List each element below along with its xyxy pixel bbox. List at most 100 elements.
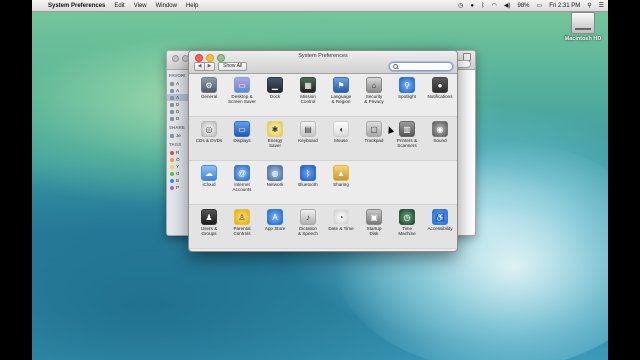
app-store-icon: A xyxy=(267,209,283,225)
pane-label-line: Displays xyxy=(233,138,251,143)
sidebar-item-tag[interactable]: Y xyxy=(167,163,189,170)
sidebar-item-favorite[interactable]: D xyxy=(167,115,189,122)
language-region-icon: ⚑ xyxy=(333,77,349,93)
pane-appstore[interactable]: A App Store xyxy=(260,209,290,231)
pane-section-2: ◎ CDs & DVDs ▭ Displays ✱ Energy Saver ▤ Keyboar… xyxy=(189,117,457,161)
pane-security[interactable]: ⌂ Security & Privacy xyxy=(359,77,389,104)
system-preferences-window[interactable]: System Preferences ◀ ▶ Show All ⚙ General… xyxy=(188,50,458,252)
pane-label: Date & Time xyxy=(326,226,356,231)
spotlight-menu-icon[interactable]: ⚲ xyxy=(587,2,591,9)
forward-button[interactable]: ▶ xyxy=(205,62,215,71)
pane-printers[interactable]: ▥ Printers & Scanners xyxy=(392,121,422,148)
sharing-icon: ▲ xyxy=(333,165,349,181)
tag-dot-icon xyxy=(170,171,174,176)
pane-cds[interactable]: ◎ CDs & DVDs xyxy=(194,121,224,143)
pane-timemachine[interactable]: ◷ Time Machine xyxy=(392,209,422,236)
tag-dot-icon xyxy=(170,185,174,190)
bluetooth-icon: ᛒ xyxy=(300,165,316,181)
pane-dock[interactable]: ▁ Dock xyxy=(260,77,290,99)
pane-language[interactable]: ⚑ Language & Region xyxy=(326,77,356,104)
pane-keyboard[interactable]: ▤ Keyboard xyxy=(293,121,323,143)
pane-label-line: Machine xyxy=(398,231,416,237)
menu-window[interactable]: Window xyxy=(156,3,177,9)
folder-icon xyxy=(170,95,174,100)
tag-dot-icon xyxy=(170,178,174,183)
battery-icon[interactable]: ▭ xyxy=(537,2,543,9)
pane-internet[interactable]: @ Internet Accounts xyxy=(227,165,257,192)
pane-label: Security & Privacy xyxy=(359,94,389,104)
finder-close-button[interactable] xyxy=(172,55,179,62)
spotlight-icon: ⚲ xyxy=(399,77,415,93)
menu-clock[interactable]: Fri 2:31 PM xyxy=(549,3,580,9)
pane-users[interactable]: ♟ Users & Groups xyxy=(194,209,224,236)
sidebar-item-tag[interactable]: P xyxy=(167,184,189,191)
battery-percentage[interactable]: 98% xyxy=(518,3,530,9)
sidebar-item-favorite[interactable]: D xyxy=(167,101,189,108)
pane-label-line: Accessibility xyxy=(427,226,453,231)
pane-label: Time Machine xyxy=(392,226,422,236)
pane-icloud[interactable]: ☁ iCloud xyxy=(194,165,224,187)
desktop: System Preferences Edit View Window Help… xyxy=(32,0,608,360)
pane-accessibility[interactable]: ♿ Accessibility xyxy=(425,209,455,231)
sidebar-item-shared[interactable]: Je xyxy=(167,132,189,139)
sidebar-item-favorite[interactable]: D xyxy=(167,108,189,115)
pane-label-line: Saver xyxy=(268,143,281,149)
pane-label-line: Groups xyxy=(201,231,217,237)
menu-view[interactable]: View xyxy=(134,3,147,9)
pane-energy[interactable]: ✱ Energy Saver xyxy=(260,121,290,148)
sidebar-item-tag[interactable]: O xyxy=(167,156,189,163)
notification-center-icon[interactable]: ☰ xyxy=(599,2,604,9)
pane-network[interactable]: ◍ Network xyxy=(260,165,290,187)
pane-sound[interactable]: ◉ Sound xyxy=(425,121,455,143)
notification-status-icon[interactable]: ● xyxy=(470,3,474,9)
pane-label: iCloud xyxy=(194,182,224,187)
back-button[interactable]: ◀ xyxy=(194,62,205,71)
pane-startup[interactable]: ▣ Startup Disk xyxy=(359,209,389,236)
show-all-button[interactable]: Show All xyxy=(218,62,248,71)
menu-app-name[interactable]: System Preferences xyxy=(48,3,105,9)
pane-bluetooth[interactable]: ᛒ Bluetooth xyxy=(293,165,323,187)
macintosh-hd-desktop-icon[interactable]: Macintosh HD xyxy=(563,12,603,42)
pane-label-line: Keyboard xyxy=(298,138,318,143)
pane-spotlight[interactable]: ⚲ Spotlight xyxy=(392,77,422,99)
navigation-buttons: ◀ ▶ xyxy=(194,62,215,71)
search-field[interactable] xyxy=(389,62,453,71)
pane-label-line: Control xyxy=(300,99,316,105)
pane-datetime[interactable]: ◔ Date & Time xyxy=(326,209,356,231)
sidebar-item-favorite[interactable]: A xyxy=(167,87,189,94)
bluetooth-status-icon[interactable]: ᛒ xyxy=(481,3,485,9)
notifications-icon: ● xyxy=(432,77,448,93)
security-privacy-icon: ⌂ xyxy=(366,77,382,93)
tag-dot-icon xyxy=(170,157,174,162)
keyboard-icon: ▤ xyxy=(300,121,316,137)
window-toolbar[interactable]: System Preferences ◀ ▶ Show All xyxy=(189,51,457,74)
pane-dictation[interactable]: ♪ Dictation & Speech xyxy=(293,209,323,236)
sidebar-item-favorite[interactable]: A xyxy=(167,80,189,87)
time-machine-status-icon[interactable]: ◷ xyxy=(458,2,463,9)
pane-mission[interactable]: ▦ Mission Control xyxy=(293,77,323,104)
energy-saver-icon: ✱ xyxy=(267,121,283,137)
sidebar-item-favorite[interactable]: A xyxy=(167,94,189,101)
pane-general[interactable]: ⚙ General xyxy=(194,77,224,99)
pane-notifications[interactable]: ● Notifications xyxy=(425,77,455,99)
pane-mouse[interactable]: ◖ Mouse xyxy=(326,121,356,143)
menu-edit[interactable]: Edit xyxy=(114,3,124,9)
pane-displays[interactable]: ▭ Displays xyxy=(227,121,257,143)
sidebar-item-tag[interactable]: B xyxy=(167,177,189,184)
window-title: System Preferences xyxy=(298,53,348,59)
computer-icon xyxy=(170,133,174,138)
sidebar-item-tag[interactable]: G xyxy=(167,170,189,177)
pane-trackpad[interactable]: ▢ Trackpad xyxy=(359,121,389,143)
mission-control-icon: ▦ xyxy=(300,77,316,93)
pane-parental[interactable]: ♙ Parental Controls xyxy=(227,209,257,236)
pane-desktop[interactable]: ▭ Desktop & Screen Saver xyxy=(227,77,257,104)
date-time-icon: ◔ xyxy=(333,209,349,225)
wifi-status-icon[interactable]: ◠ xyxy=(492,2,497,9)
pane-sharing[interactable]: ▲ Sharing xyxy=(326,165,356,187)
sidebar-item-tag[interactable]: R xyxy=(167,149,189,156)
menu-help[interactable]: Help xyxy=(186,3,198,9)
pane-label: Sharing xyxy=(326,182,356,187)
pane-label: Desktop & Screen Saver xyxy=(227,94,257,104)
drive-label: Macintosh HD xyxy=(564,36,602,42)
volume-status-icon[interactable]: ◀) xyxy=(504,2,511,9)
